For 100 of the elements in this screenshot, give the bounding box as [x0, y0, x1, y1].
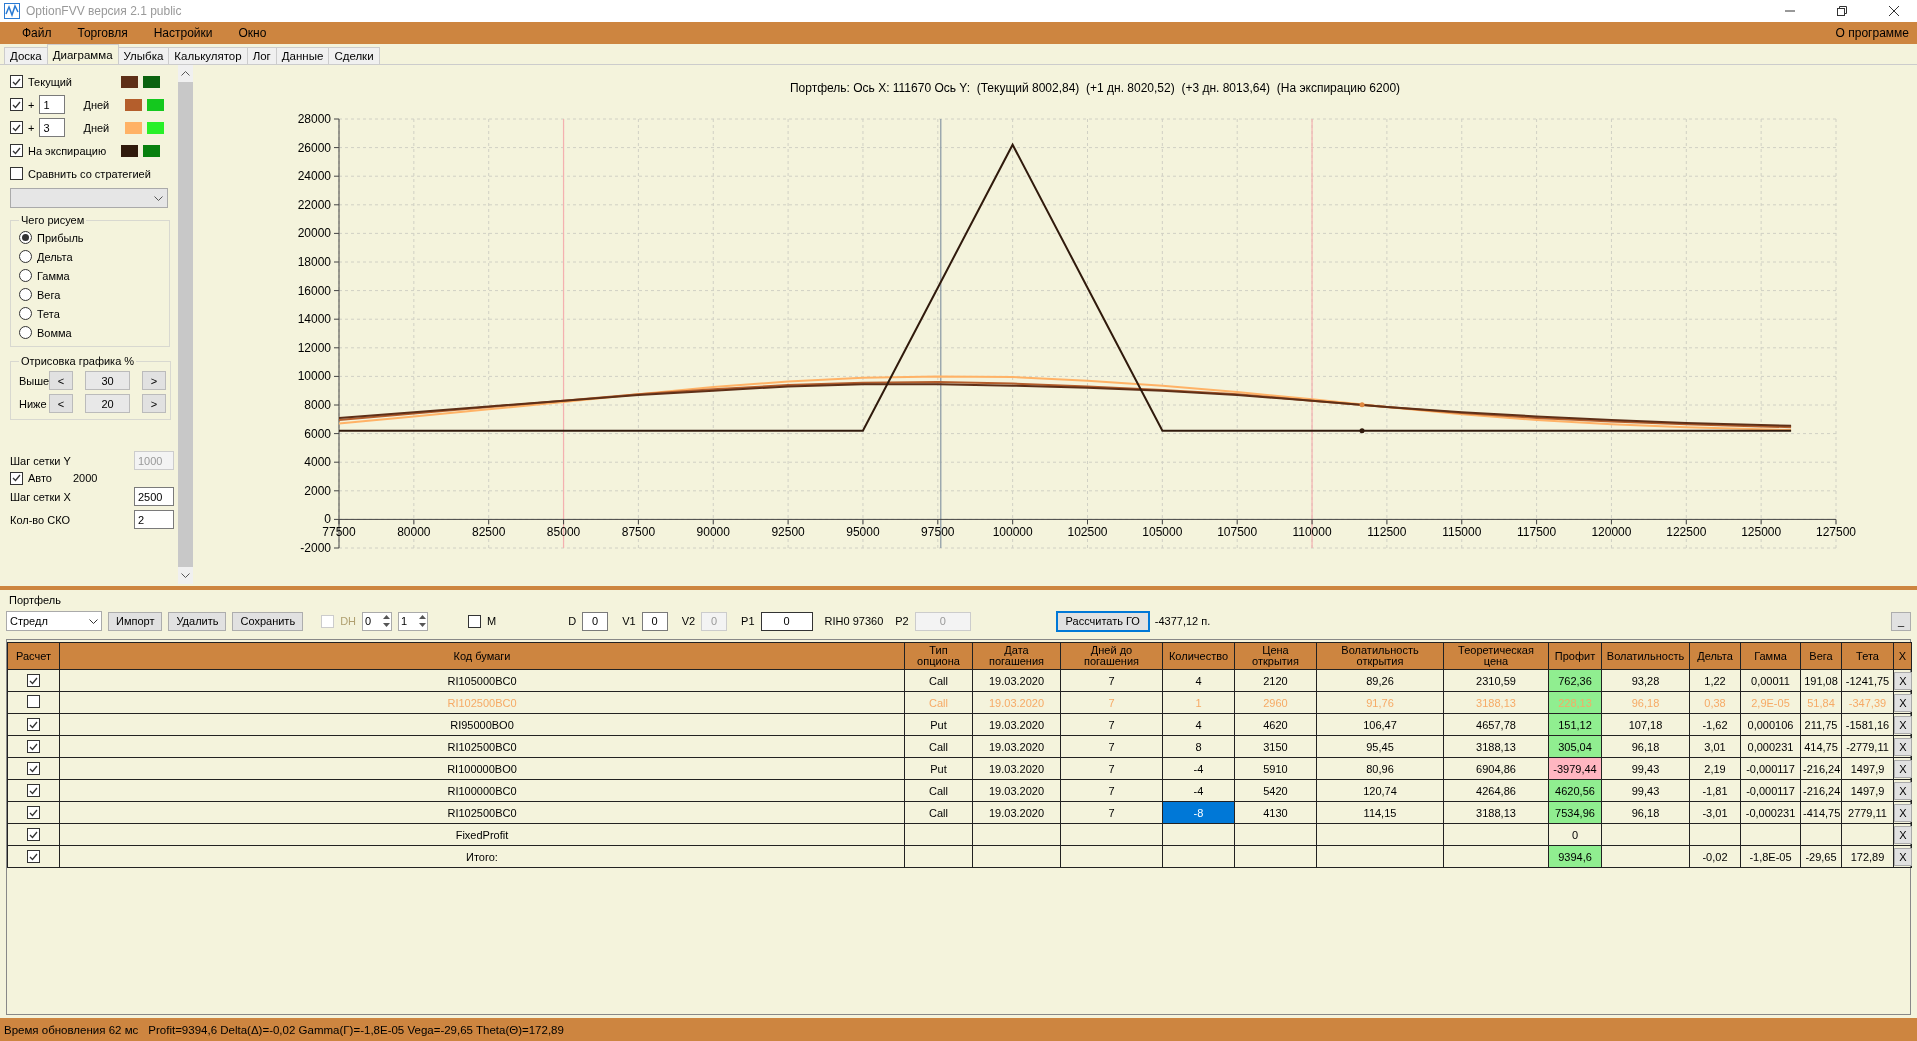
radio-button[interactable] [19, 250, 32, 263]
remove-button[interactable]: X [1894, 803, 1912, 822]
percent-field[interactable]: 20 [85, 394, 130, 413]
value-field[interactable]: 0 [582, 611, 609, 631]
remove-button[interactable]: X [1894, 825, 1912, 844]
menu-item[interactable]: Настройки [139, 26, 225, 40]
checkbox[interactable] [10, 75, 23, 88]
checkbox[interactable] [10, 144, 23, 157]
column-header[interactable]: Цена открытия [1234, 642, 1317, 670]
table-cell: Call [904, 801, 973, 824]
column-header[interactable]: Дата погашения [972, 642, 1061, 670]
table-cell: 3188,13 [1443, 691, 1549, 714]
axis-label: 102500 [1067, 525, 1108, 540]
scroll-up-button[interactable] [178, 65, 193, 82]
toolbar-button[interactable]: Удалить [168, 611, 227, 631]
color-swatch[interactable] [121, 75, 138, 88]
column-header[interactable]: Вега [1800, 642, 1842, 670]
remove-button[interactable]: X [1894, 737, 1912, 756]
tab[interactable]: Калькулятор [168, 47, 248, 64]
value-field[interactable]: 0 [641, 611, 668, 631]
color-swatch[interactable] [143, 144, 160, 157]
column-header[interactable]: Волатильность открытия [1316, 642, 1444, 670]
tab[interactable]: Доска [4, 47, 48, 64]
remove-button[interactable]: X [1894, 671, 1912, 690]
toolbar-button[interactable]: Сохранить [232, 611, 304, 631]
column-header[interactable]: Количество [1162, 642, 1235, 670]
decrease-button[interactable]: < [49, 371, 73, 390]
tab[interactable]: Улыбка [117, 47, 170, 64]
caret-icon [89, 618, 98, 624]
checkbox[interactable] [10, 98, 23, 111]
number-spinner[interactable]: 1 [398, 611, 429, 631]
radio-button[interactable] [19, 326, 32, 339]
strategy-select[interactable]: Стредл [6, 611, 102, 631]
radio-button[interactable] [19, 288, 32, 301]
checkbox[interactable] [27, 762, 40, 775]
days-field[interactable]: 1 [39, 95, 66, 114]
tab[interactable]: Данные [275, 47, 330, 64]
tab[interactable]: Сделки [328, 47, 380, 64]
radio-button[interactable] [19, 269, 32, 282]
tab[interactable]: Диаграмма [46, 44, 119, 64]
increase-button[interactable]: > [142, 394, 166, 413]
checkbox[interactable] [27, 740, 40, 753]
value-field[interactable]: 0 [760, 611, 813, 631]
color-swatch[interactable] [147, 98, 165, 111]
checkbox[interactable] [27, 850, 40, 863]
checkbox[interactable] [10, 121, 23, 134]
checkbox[interactable] [468, 614, 482, 628]
remove-button[interactable]: X [1894, 759, 1912, 778]
color-swatch[interactable] [121, 144, 138, 157]
field-label: V1 [622, 615, 636, 627]
remove-button[interactable]: X [1894, 693, 1912, 712]
radio-label: Дельта [37, 250, 73, 263]
column-header[interactable]: Тип опциона [904, 642, 973, 670]
days-field[interactable]: 3 [39, 118, 66, 137]
column-header[interactable]: Теоретическая цена [1443, 642, 1549, 670]
close-icon[interactable] [1889, 6, 1899, 16]
color-swatch[interactable] [147, 121, 165, 134]
checkbox[interactable] [10, 167, 23, 180]
remove-button[interactable]: X [1894, 781, 1912, 800]
column-header[interactable]: Код бумаги [59, 642, 905, 670]
column-header[interactable]: Гамма [1740, 642, 1801, 670]
toolbar-button[interactable]: Импорт [108, 611, 163, 631]
column-header[interactable]: Дельта [1689, 642, 1741, 670]
checkbox[interactable] [27, 695, 40, 708]
calculate-button[interactable]: Рассчитать ГО [1056, 611, 1149, 631]
sko-field[interactable]: 2 [134, 510, 174, 529]
table-cell: 19.03.2020 [972, 757, 1061, 780]
checkbox[interactable] [27, 784, 40, 797]
restore-icon[interactable] [1837, 6, 1847, 16]
color-swatch[interactable] [143, 75, 160, 88]
number-spinner[interactable]: 0 [362, 611, 393, 631]
menu-item[interactable]: Файл [8, 26, 64, 40]
remove-button[interactable]: X [1894, 715, 1912, 734]
column-header[interactable]: Тета [1841, 642, 1894, 670]
color-swatch[interactable] [125, 121, 143, 134]
scroll-down-button[interactable] [178, 567, 193, 584]
checkbox[interactable] [27, 674, 40, 687]
axis-label: 77500 [322, 525, 356, 540]
column-header[interactable]: Профит [1548, 642, 1602, 670]
menu-item[interactable]: О программе [1835, 26, 1909, 40]
checkbox[interactable] [27, 828, 40, 841]
checkbox[interactable] [27, 806, 40, 819]
grid-x-field[interactable]: 2500 [134, 487, 174, 506]
increase-button[interactable]: > [142, 371, 166, 390]
collapse-button[interactable]: _ [1891, 611, 1911, 631]
menu-item[interactable]: Торговля [63, 26, 140, 40]
checkbox[interactable] [10, 471, 23, 485]
radio-button[interactable] [19, 307, 32, 320]
auto-value: 2000 [73, 472, 98, 484]
tab[interactable]: Лог [246, 47, 277, 64]
column-header[interactable]: Расчет [7, 642, 60, 670]
checkbox[interactable] [27, 718, 40, 731]
column-header[interactable]: Дней до погашения [1060, 642, 1163, 670]
color-swatch[interactable] [125, 98, 143, 111]
decrease-button[interactable]: < [49, 394, 73, 413]
percent-field[interactable]: 30 [85, 371, 130, 390]
radio-button[interactable] [19, 231, 32, 244]
remove-button[interactable]: X [1894, 847, 1912, 866]
menu-item[interactable]: Окно [224, 26, 279, 40]
column-header[interactable]: Волатильность [1601, 642, 1690, 670]
